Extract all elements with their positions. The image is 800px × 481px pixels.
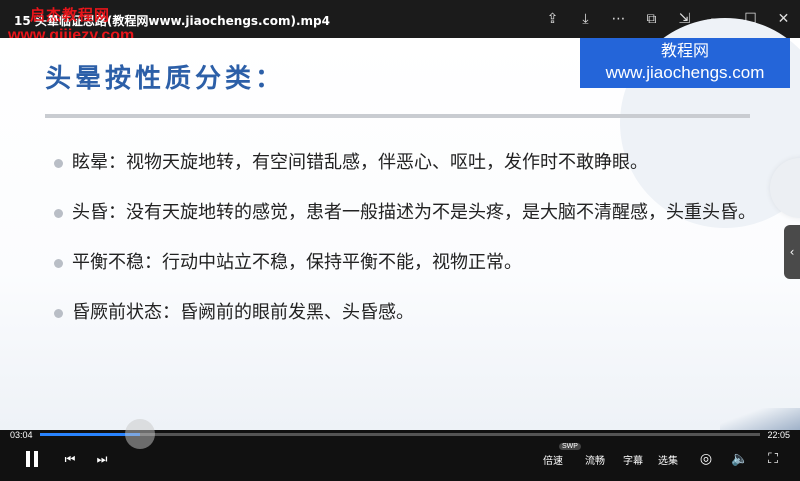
video-player: 15 头晕临证思路(教程网www.jiaochengs.com).mp4 启杰教… bbox=[0, 0, 800, 481]
playlist-toggle-tab[interactable]: ‹ bbox=[784, 225, 800, 279]
chevron-left-icon: ‹ bbox=[789, 245, 795, 259]
pause-icon bbox=[26, 451, 30, 467]
more-icon[interactable]: ⋯ bbox=[602, 0, 635, 38]
watermark-text: 启杰教程网 bbox=[30, 6, 111, 24]
logo-url: www.jiaochengs.com bbox=[605, 63, 765, 82]
current-time: 03:04 bbox=[10, 430, 33, 440]
bullet-dot-icon bbox=[54, 309, 63, 318]
fullscreen-button[interactable]: ⛶ bbox=[763, 449, 783, 469]
swp-badge: SWP bbox=[559, 443, 581, 450]
settings-icon: ◎ bbox=[699, 451, 713, 467]
bullet-item: 眩晕：视物天旋地转，有空间错乱感，伴恶心、呕吐，发作时不敢睁眼。 bbox=[50, 146, 760, 180]
fullscreen-icon: ⛶ bbox=[768, 451, 778, 467]
bullet-text: 眩晕：视物天旋地转，有空间错乱感，伴恶心、呕吐，发作时不敢睁眼。 bbox=[72, 152, 648, 173]
volume-icon: 🔈 bbox=[731, 451, 749, 467]
pause-button[interactable] bbox=[20, 448, 44, 470]
logo-name: 教程网 bbox=[660, 41, 709, 60]
bullet-text: 平衡不稳：行动中站立不稳，保持平衡不能，视物正常。 bbox=[72, 252, 522, 273]
settings-button[interactable]: ◎ bbox=[696, 449, 716, 469]
volume-button[interactable]: 🔈 bbox=[730, 449, 750, 469]
player-controls: 03:04 22:05 ⏮ ⏭ 倍速 SWP 流畅 字幕 选集 ◎ 🔈 ⛶ bbox=[0, 419, 800, 481]
next-button[interactable]: ⏭ bbox=[92, 450, 112, 468]
previous-button[interactable]: ⏮ bbox=[60, 450, 80, 468]
download-icon[interactable]: ⤓ bbox=[569, 0, 602, 38]
share-icon[interactable]: ⇪ bbox=[536, 0, 569, 38]
skip-previous-icon: ⏮ bbox=[64, 451, 76, 466]
bullet-list: 眩晕：视物天旋地转，有空间错乱感，伴恶心、呕吐，发作时不敢睁眼。 头昏：没有天旋… bbox=[50, 146, 760, 346]
bullet-text: 昏厥前状态：昏阙前的眼前发黑、头昏感。 bbox=[72, 302, 414, 323]
bullet-item: 昏厥前状态：昏阙前的眼前发黑、头昏感。 bbox=[50, 296, 760, 330]
title-divider bbox=[45, 114, 750, 118]
speed-button[interactable]: 倍速 bbox=[540, 450, 566, 468]
skip-next-icon: ⏭ bbox=[96, 451, 108, 466]
logo-watermark: 教程网 www.jiaochengs.com bbox=[580, 38, 790, 88]
corner-decoration bbox=[720, 408, 800, 430]
bullet-dot-icon bbox=[54, 159, 63, 168]
total-time: 22:05 bbox=[767, 430, 790, 440]
progress-bar[interactable] bbox=[40, 419, 760, 449]
progress-handle[interactable] bbox=[125, 419, 156, 449]
bullet-dot-icon bbox=[54, 259, 63, 268]
bullet-item: 头昏：没有天旋地转的感觉，患者一般描述为不是头疼，是大脑不清醒感，头重头昏。 bbox=[50, 196, 760, 230]
video-frame[interactable]: 教程网 www.jiaochengs.com 头晕按性质分类： 眩晕：视物天旋地… bbox=[0, 18, 800, 430]
slide-title: 头晕按性质分类： bbox=[45, 64, 286, 94]
subtitle-button[interactable]: 字幕 bbox=[620, 450, 646, 468]
bullet-item: 平衡不稳：行动中站立不稳，保持平衡不能，视物正常。 bbox=[50, 246, 760, 280]
episode-select-button[interactable]: 选集 bbox=[655, 450, 681, 468]
pip-icon[interactable]: ⧉ bbox=[635, 0, 668, 38]
quality-button[interactable]: 流畅 bbox=[582, 450, 608, 468]
bullet-text: 头昏：没有天旋地转的感觉，患者一般描述为不是头疼，是大脑不清醒感，头重头昏。 bbox=[72, 202, 756, 223]
pause-icon bbox=[34, 451, 38, 467]
bullet-dot-icon bbox=[54, 209, 63, 218]
